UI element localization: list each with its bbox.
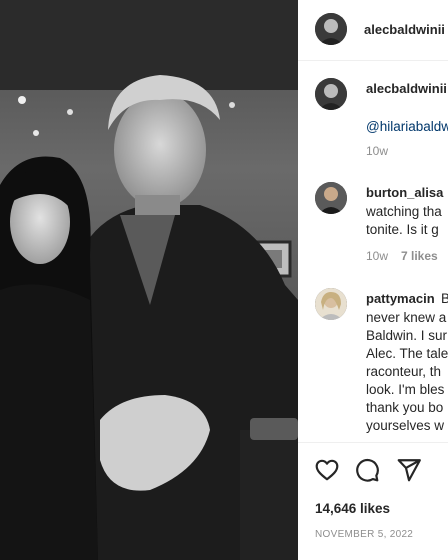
caption-avatar[interactable]: [315, 78, 347, 110]
comment-time: 10w: [366, 249, 389, 263]
author-avatar[interactable]: [315, 13, 347, 45]
post-photo[interactable]: [0, 0, 298, 560]
post-image: [0, 0, 298, 560]
comment-avatar[interactable]: [315, 182, 347, 214]
comment-first-word: B: [441, 291, 448, 306]
comment-line: tonite. Is it g: [366, 222, 439, 237]
likes-count[interactable]: 14,646 likes: [315, 501, 390, 516]
comment-line: watching tha: [366, 204, 442, 219]
comment-line: raconteur, th: [366, 364, 442, 379]
post-actions: 14,646 likes NOVEMBER 5, 2022: [298, 442, 448, 560]
heart-icon[interactable]: [314, 457, 340, 483]
caption-mention[interactable]: @hilariabaldwin: [366, 118, 448, 136]
post-header: alecbaldwinii: [298, 0, 448, 61]
comment-likes[interactable]: 7 likes: [401, 249, 438, 263]
author-username[interactable]: alecbaldwinii: [364, 22, 445, 37]
caption-username[interactable]: alecbaldwinii: [366, 81, 447, 96]
comment-line: Baldwin. I sur: [366, 328, 448, 343]
comment-line: yourselves w: [366, 418, 445, 433]
comment-username[interactable]: pattymacin: [366, 291, 435, 306]
comment-line: look. I'm bles: [366, 382, 445, 397]
post-side-panel: alecbaldwinii alecbaldwinii @hilariabald…: [298, 0, 448, 560]
share-icon[interactable]: [396, 457, 422, 483]
caption-time: 10w: [366, 144, 389, 158]
comment-line: Alec. The tale: [366, 346, 448, 361]
post-date: NOVEMBER 5, 2022: [315, 529, 414, 540]
comment-username[interactable]: burton_alisa: [366, 185, 443, 200]
comment-line: never knew a: [366, 310, 447, 325]
comment-icon[interactable]: [354, 457, 380, 483]
comment-avatar[interactable]: [315, 288, 347, 320]
comment-line: thank you bo: [366, 400, 444, 415]
